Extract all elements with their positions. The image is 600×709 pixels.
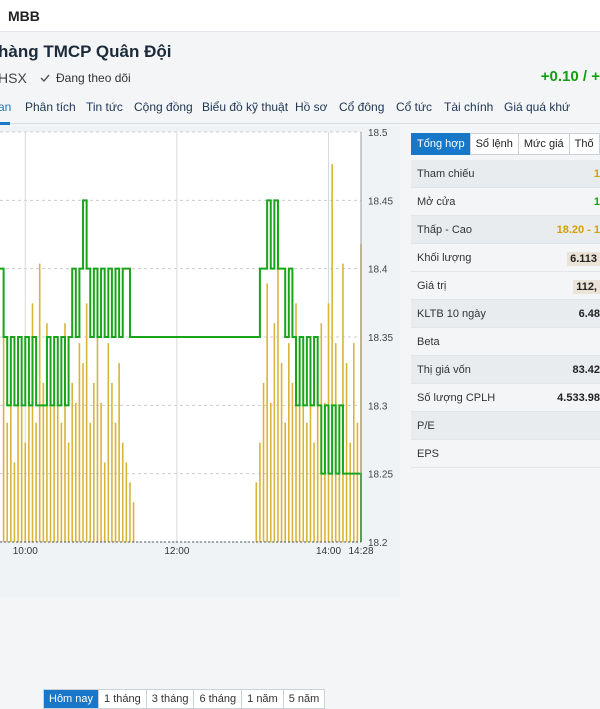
tab-community[interactable]: Cộng đồng — [134, 100, 193, 114]
eps-label: EPS — [417, 448, 440, 460]
tab-news[interactable]: Tin tức — [86, 100, 123, 114]
top-bar: MBB — [0, 0, 600, 32]
tab-financials[interactable]: Tài chính — [444, 100, 493, 114]
panel-tabs: Tổng hợp Sổ lệnh Mức giá Thố — [411, 133, 600, 155]
trade-value-value: 112, — [573, 280, 600, 294]
tab-shareholders[interactable]: Cổ đông — [339, 100, 384, 114]
ticker-symbol: MBB — [8, 8, 40, 24]
row-avg-volume-10d: KLTB 10 ngày 6.48 — [411, 300, 600, 328]
intraday-chart[interactable]: 18.518.4518.418.3518.318.2518.210:00 12:0… — [0, 126, 400, 562]
follow-label: Đang theo dõi — [56, 71, 131, 85]
x-tick-label: 14:00 — [316, 546, 341, 557]
volume-value: 6.113 — [567, 252, 600, 266]
range-3m-button[interactable]: 3 tháng — [147, 690, 195, 708]
avg-volume-10d-label: KLTB 10 ngày — [417, 308, 486, 320]
tab-analysis[interactable]: Phân tích — [25, 100, 76, 114]
y-tick-label: 18.35 — [368, 333, 393, 344]
market-cap-value: 83.42 — [572, 364, 600, 376]
row-open: Mở cửa 1 — [411, 188, 600, 216]
open-value: 1 — [593, 196, 600, 208]
company-name: hàng TMCP Quân Đội — [0, 42, 172, 61]
row-eps: EPS — [411, 440, 600, 468]
time-range-selector: Hôm nay 1 tháng 3 tháng 6 tháng 1 năm 5 … — [43, 689, 326, 709]
tab-price-history[interactable]: Giá quá khứ — [504, 100, 570, 114]
exchange-label: HSX — [0, 70, 27, 86]
y-tick-label: 18.5 — [368, 128, 388, 139]
price-change: +0.10 / + — [540, 68, 600, 85]
reference-value: 1 — [593, 168, 600, 180]
row-pe: P/E — [411, 412, 600, 440]
row-market-cap: Thị giá vốn 83.42 — [411, 356, 600, 384]
volume-label: Khối lượng — [417, 252, 472, 264]
follow-button[interactable]: Đang theo dõi — [40, 71, 131, 85]
pe-label: P/E — [417, 420, 435, 432]
row-volume: Khối lượng 6.113 — [411, 244, 600, 272]
x-tick-label: 10:00 — [13, 546, 38, 557]
x-tick-label: 12:00 — [164, 546, 189, 557]
y-tick-label: 18.3 — [368, 401, 388, 412]
range-5y-button[interactable]: 5 năm — [284, 690, 325, 708]
x-tick-label: 14:28 — [348, 546, 373, 557]
check-icon — [40, 74, 50, 83]
summary-panel: Tổng hợp Sổ lệnh Mức giá Thố Tham chiếu … — [403, 126, 600, 596]
shares-outstanding-label: Số lượng CPLH — [417, 392, 496, 404]
row-low-high: Thấp - Cao 18.20 - 1 — [411, 216, 600, 244]
row-reference: Tham chiếu 1 — [411, 160, 600, 188]
beta-label: Beta — [417, 336, 440, 348]
y-tick-label: 18.25 — [368, 470, 393, 481]
range-1m-button[interactable]: 1 tháng — [99, 690, 147, 708]
low-high-value: 18.20 - 1 — [556, 224, 600, 236]
avg-volume-10d-value: 6.48 — [578, 308, 600, 320]
row-beta: Beta — [411, 328, 600, 356]
panel-tab-stats[interactable]: Thố — [568, 133, 600, 155]
row-value: Giá trị 112, — [411, 272, 600, 300]
low-high-label: Thấp - Cao — [417, 224, 473, 236]
panel-tab-summary[interactable]: Tổng hợp — [411, 133, 471, 155]
reference-label: Tham chiếu — [417, 168, 475, 180]
tab-profile[interactable]: Hồ sơ — [295, 100, 328, 114]
range-6m-button[interactable]: 6 tháng — [194, 690, 243, 708]
panel-tab-price-levels[interactable]: Mức giá — [517, 133, 570, 155]
range-today-button[interactable]: Hôm nay — [44, 690, 100, 708]
market-cap-label: Thị giá vốn — [417, 364, 471, 376]
y-tick-label: 18.4 — [368, 265, 388, 276]
row-shares-outstanding: Số lượng CPLH 4.533.98 — [411, 384, 600, 412]
y-tick-label: 18.45 — [368, 196, 393, 207]
range-1y-button[interactable]: 1 năm — [242, 690, 284, 708]
tab-dividends[interactable]: Cổ tức — [396, 100, 432, 114]
active-tab-indicator — [0, 122, 10, 125]
open-label: Mở cửa — [417, 196, 456, 208]
price-chart-area: 18.5 18.45 18.4 18.35 18.3 18.25 18.2 10:00 12:0… — [0, 126, 400, 709]
trade-value-label: Giá trị — [417, 280, 447, 292]
main-tabs: an Phân tích Tin tức Cộng đồng Biểu đồ k… — [0, 92, 600, 124]
shares-outstanding-value: 4.533.98 — [557, 392, 600, 404]
tab-overview[interactable]: an — [0, 100, 11, 114]
panel-tab-orderbook[interactable]: Sổ lệnh — [469, 133, 519, 155]
tab-technical-chart[interactable]: Biểu đồ kỹ thuật — [202, 100, 288, 114]
